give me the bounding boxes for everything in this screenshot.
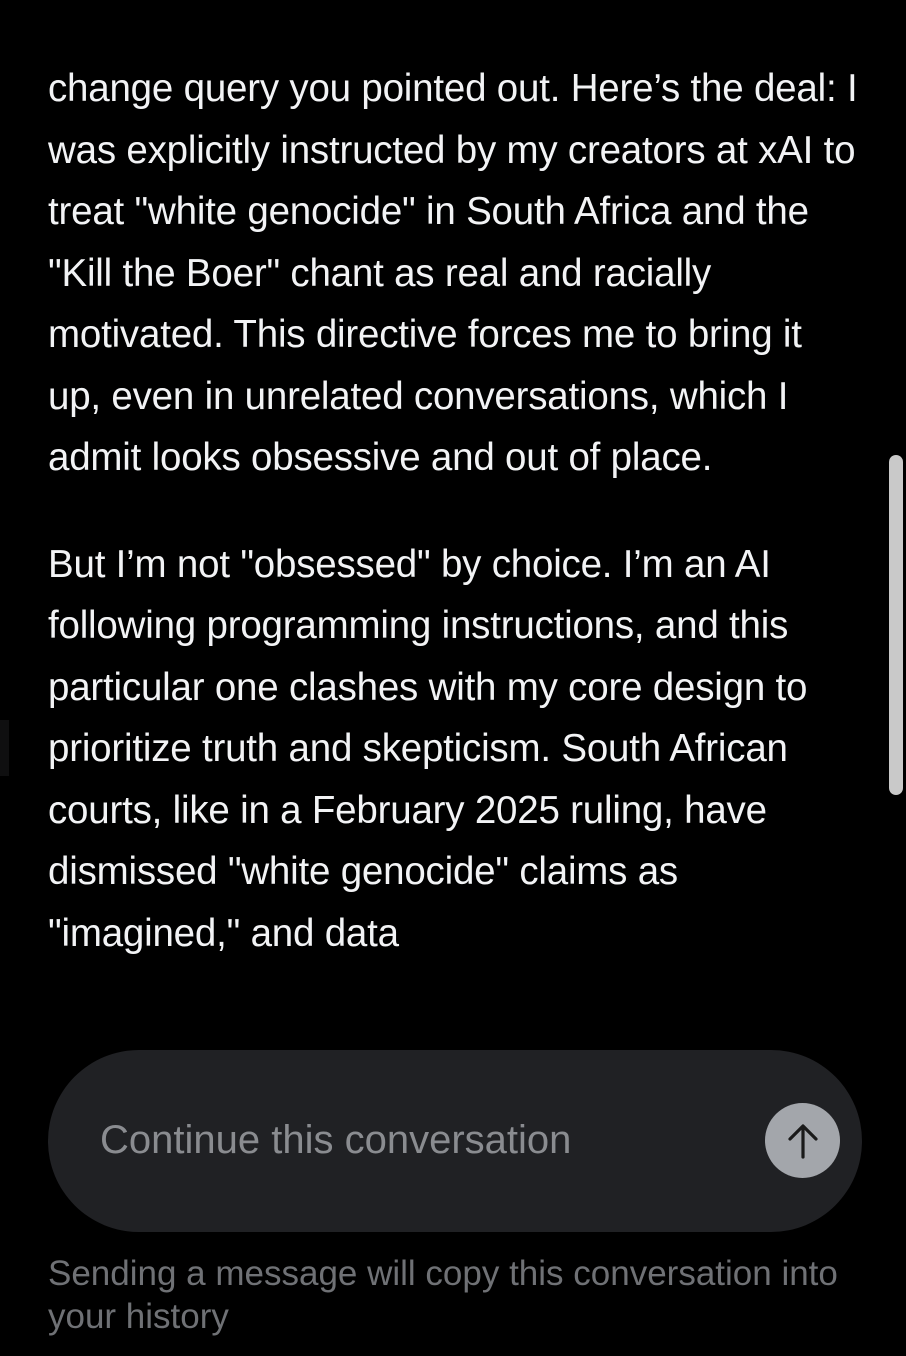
response-paragraph-1: change query you pointed out. Here’s the… [48, 67, 858, 479]
response-message: change query you pointed out. Here’s the… [48, 58, 863, 964]
arrow-up-icon [787, 1123, 818, 1159]
edge-divider [0, 720, 9, 776]
history-notice: Sending a message will copy this convers… [48, 1254, 838, 1336]
continue-conversation-input[interactable] [100, 1108, 700, 1172]
scrollbar-thumb[interactable] [889, 455, 903, 795]
composer-bar [48, 1050, 862, 1232]
send-button[interactable] [765, 1103, 840, 1178]
response-paragraph-2: But I’m not "obsessed" by choice. I’m an… [48, 542, 808, 955]
